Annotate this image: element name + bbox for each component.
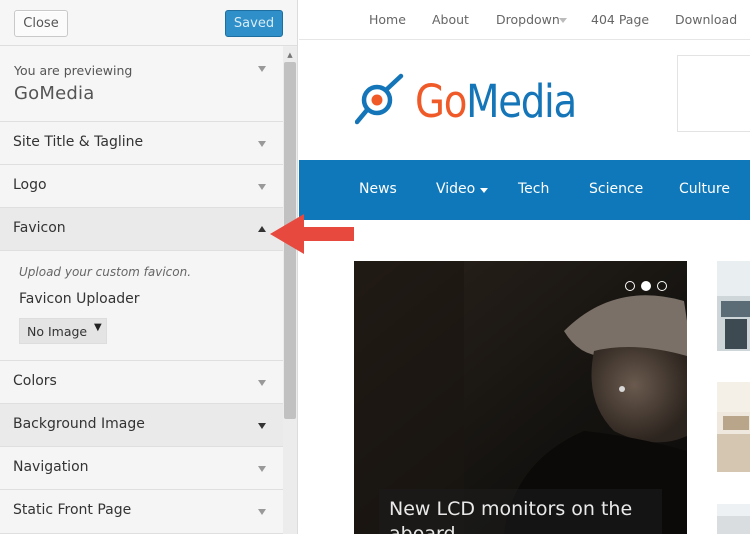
chevron-down-icon — [258, 509, 266, 515]
scroll-up-icon[interactable]: ▲ — [284, 50, 296, 60]
thumbnail-image — [717, 382, 750, 472]
chevron-down-icon — [258, 184, 266, 190]
chevron-down-icon — [258, 466, 266, 472]
top-navigation: Home About Dropdown 404 Page Download — [299, 0, 750, 40]
thumbnail-1[interactable] — [717, 261, 750, 351]
top-nav-download[interactable]: Download — [675, 12, 737, 27]
slider-dot-3[interactable] — [657, 281, 667, 291]
site-logo[interactable]: GoMedia — [415, 70, 577, 134]
section-label: Background Image — [13, 416, 145, 432]
main-nav-news[interactable]: News — [359, 181, 397, 197]
section-favicon[interactable]: Favicon — [0, 208, 283, 251]
theme-name: GoMedia — [14, 83, 95, 104]
section-label: Site Title & Tagline — [13, 134, 144, 150]
favicon-uploader-label: Favicon Uploader — [19, 291, 140, 307]
thumbnail-3[interactable] — [717, 504, 750, 534]
section-static-front-page[interactable]: Static Front Page — [0, 490, 283, 534]
chevron-down-icon — [258, 141, 266, 147]
section-label: Static Front Page — [13, 502, 132, 518]
slider-dot-1[interactable] — [625, 281, 635, 291]
favicon-image-select[interactable]: No Image ▼ — [19, 318, 107, 344]
header-ad-box — [677, 55, 750, 132]
thumbnail-2[interactable] — [717, 382, 750, 472]
featured-slider[interactable]: New LCD monitors on the aboard — [354, 261, 687, 534]
main-nav-tech[interactable]: Tech — [518, 181, 549, 197]
top-nav-404[interactable]: 404 Page — [591, 12, 649, 27]
top-nav-dropdown[interactable]: Dropdown — [496, 12, 560, 27]
thumbnail-image — [717, 504, 750, 534]
site-preview: Home About Dropdown 404 Page Download Go… — [299, 0, 750, 534]
top-nav-about[interactable]: About — [432, 12, 469, 27]
section-background-image[interactable]: Background Image — [0, 404, 283, 447]
main-navigation: News Video Tech Science Culture — [299, 160, 750, 220]
close-button[interactable]: Close — [14, 10, 68, 37]
customizer-header: Close Saved — [0, 0, 297, 46]
logo-target-icon[interactable] — [355, 72, 407, 130]
main-nav-science[interactable]: Science — [589, 181, 643, 197]
section-label: Navigation — [13, 459, 89, 475]
chevron-up-icon — [258, 226, 266, 232]
section-label: Colors — [13, 373, 57, 389]
logo-go: Go — [415, 75, 467, 128]
slider-caption[interactable]: New LCD monitors on the aboard — [389, 497, 669, 534]
section-colors[interactable]: Colors — [0, 361, 283, 404]
favicon-panel: Upload your custom favicon. Favicon Uplo… — [0, 251, 283, 361]
top-nav-home[interactable]: Home — [369, 12, 406, 27]
section-site-title-tagline[interactable]: Site Title & Tagline — [0, 122, 283, 165]
chevron-down-icon — [480, 188, 488, 193]
dropdown-caret-icon: ▼ — [94, 322, 102, 333]
chevron-down-icon — [559, 18, 567, 23]
section-label: Logo — [13, 177, 47, 193]
theme-preview-info[interactable]: You are previewing GoMedia — [0, 46, 283, 122]
logo-media: Media — [466, 75, 577, 128]
section-navigation[interactable]: Navigation — [0, 447, 283, 490]
customizer-sidebar: Close Saved You are previewing GoMedia S… — [0, 0, 298, 534]
chevron-down-icon — [258, 66, 266, 72]
slider-dot-2[interactable] — [641, 281, 651, 291]
thumbnail-image — [717, 261, 750, 351]
red-arrow-icon — [270, 214, 354, 254]
chevron-down-icon — [258, 423, 266, 429]
saved-button[interactable]: Saved — [225, 10, 283, 37]
select-value: No Image — [27, 324, 88, 339]
chevron-down-icon — [258, 380, 266, 386]
section-logo[interactable]: Logo — [0, 165, 283, 208]
main-nav-culture[interactable]: Culture — [679, 181, 730, 197]
section-label: Favicon — [13, 220, 66, 236]
previewing-label: You are previewing — [14, 63, 133, 78]
main-nav-video[interactable]: Video — [436, 181, 475, 197]
favicon-description: Upload your custom favicon. — [19, 265, 192, 279]
